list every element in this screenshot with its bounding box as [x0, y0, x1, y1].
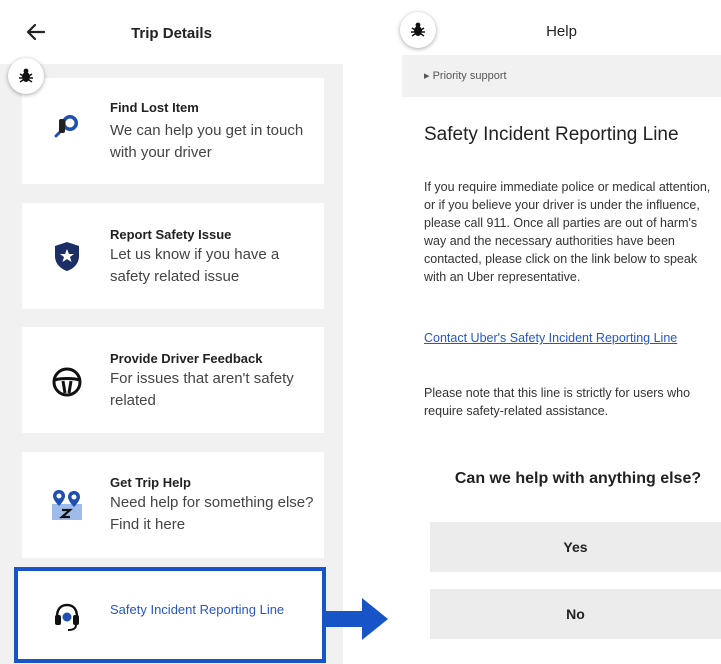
breadcrumb: ▸ Priority support: [402, 55, 721, 97]
shield-star-icon: [55, 242, 79, 271]
report-safety-issue-card[interactable]: Report Safety Issue Let us know if you h…: [22, 203, 324, 309]
bug-report-button[interactable]: [8, 58, 44, 94]
help-question: Can we help with anything else?: [454, 470, 702, 487]
help-title: Help: [546, 23, 577, 40]
breadcrumb-priority-support[interactable]: ▸ Priority support: [424, 69, 507, 82]
headset-icon: [55, 603, 79, 631]
help-panel: Help ▸ Priority support Safety Incident …: [402, 0, 721, 664]
safety-instructions: If you require immediate police or medic…: [424, 180, 711, 284]
arrow-right-icon: [326, 598, 388, 640]
card-description: Let us know if you have a safety related…: [110, 246, 280, 285]
safety-note: Please note that this line is strictly f…: [424, 386, 691, 418]
no-button[interactable]: No: [430, 589, 721, 639]
yes-button[interactable]: Yes: [430, 522, 721, 572]
lost-item-icon: [54, 115, 78, 138]
safety-incident-reporting-card[interactable]: Safety Incident Reporting Line: [14, 567, 326, 663]
card-description: Need help for something else? Find it he…: [110, 494, 314, 533]
get-trip-help-card[interactable]: Get Trip Help Need help for something el…: [22, 452, 324, 558]
page-title: Trip Details: [131, 25, 212, 42]
bug-icon: [19, 68, 33, 83]
driver-feedback-card[interactable]: Provide Driver Feedback For issues that …: [22, 327, 324, 433]
steering-wheel-icon: [52, 367, 82, 397]
map-pin-icon: [52, 490, 82, 520]
chevron-icon: ▸: [424, 70, 433, 82]
trip-details-panel: Trip Details Find Lost Item We can help …: [0, 0, 343, 664]
card-description: We can help you get in touch with your d…: [110, 122, 304, 161]
contact-safety-line-link[interactable]: Contact Uber's Safety Incident Reporting…: [424, 329, 714, 347]
bug-icon: [411, 22, 425, 37]
find-lost-item-card[interactable]: Find Lost Item We can help you get in to…: [22, 78, 324, 184]
card-title: Find Lost Item: [110, 100, 199, 115]
trip-details-header: Trip Details: [0, 0, 343, 64]
card-description: For issues that aren't safety related: [110, 370, 294, 409]
card-title: Report Safety Issue: [110, 227, 232, 242]
card-title: Get Trip Help: [110, 475, 191, 490]
bug-report-button[interactable]: [400, 12, 436, 48]
card-title: Safety Incident Reporting Line: [110, 602, 285, 617]
section-heading: Safety Incident Reporting Line: [424, 124, 679, 145]
card-title: Provide Driver Feedback: [110, 351, 263, 366]
